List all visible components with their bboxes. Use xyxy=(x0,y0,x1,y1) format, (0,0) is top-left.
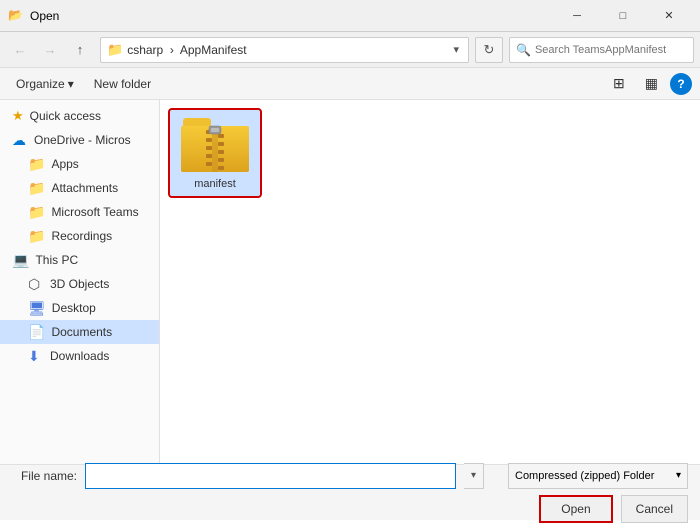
zip-folder-icon xyxy=(181,116,249,174)
close-button[interactable]: ✕ xyxy=(646,0,692,32)
recordings-label: Recordings xyxy=(51,229,112,243)
file-label-manifest: manifest xyxy=(194,178,236,190)
window-title: Open xyxy=(30,9,554,23)
sidebar: ★ Quick access ☁ OneDrive - Micros 📁 App… xyxy=(0,100,160,464)
downloads-folder-icon: ⬇ xyxy=(28,348,44,365)
quick-access-label: Quick access xyxy=(30,109,101,123)
msteams-folder-icon: 📁 xyxy=(28,204,45,221)
title-bar: 📂 Open ─ □ ✕ xyxy=(0,0,700,32)
filetype-select[interactable]: Compressed (zipped) Folder ▾ xyxy=(508,463,688,489)
sidebar-item-onedrive[interactable]: ☁ OneDrive - Micros xyxy=(0,128,159,152)
search-bar[interactable]: 🔍 xyxy=(509,37,694,63)
bottom-row2: Open Cancel xyxy=(12,495,688,523)
preview-pane-button[interactable]: ▦ xyxy=(637,72,666,96)
filetype-dropdown-icon: ▾ xyxy=(676,470,681,481)
3dobjects-label: 3D Objects xyxy=(50,277,109,291)
filename-input[interactable] xyxy=(85,463,456,489)
up-button[interactable]: ↑ xyxy=(66,36,94,64)
navigation-bar: ← → ↑ 📁 csharp › AppManifest ▾ ↻ 🔍 xyxy=(0,32,700,68)
main-area: ★ Quick access ☁ OneDrive - Micros 📁 App… xyxy=(0,100,700,464)
cancel-button[interactable]: Cancel xyxy=(621,495,688,523)
sidebar-item-apps[interactable]: 📁 Apps xyxy=(0,152,159,176)
file-area: manifest xyxy=(160,100,700,464)
filename-dropdown-button[interactable]: ▾ xyxy=(464,463,484,489)
sidebar-item-quick-access[interactable]: ★ Quick access xyxy=(0,104,159,128)
documents-label: Documents xyxy=(51,325,112,339)
star-icon: ★ xyxy=(12,108,24,124)
apps-folder-icon: 📁 xyxy=(28,156,45,173)
sidebar-item-recordings[interactable]: 📁 Recordings xyxy=(0,224,159,248)
minimize-button[interactable]: ─ xyxy=(554,0,600,32)
sidebar-item-documents[interactable]: 📄 Documents xyxy=(0,320,159,344)
onedrive-icon: ☁ xyxy=(12,132,28,149)
manifest-file-item[interactable]: manifest xyxy=(170,110,260,196)
address-bar[interactable]: 📁 csharp › AppManifest ▾ xyxy=(100,37,469,63)
desktop-label: Desktop xyxy=(52,301,96,315)
organize-button[interactable]: Organize ▾ xyxy=(8,72,82,96)
thispc-icon: 💻 xyxy=(12,252,29,269)
bottom-bar: File name: ▾ Compressed (zipped) Folder … xyxy=(0,464,700,520)
msteams-label: Microsoft Teams xyxy=(51,205,138,219)
toolbar: Organize ▾ New folder ⊞ ▦ ? xyxy=(0,68,700,100)
maximize-button[interactable]: □ xyxy=(600,0,646,32)
refresh-button[interactable]: ↻ xyxy=(475,37,503,63)
search-input[interactable] xyxy=(535,44,687,56)
documents-folder-icon: 📄 xyxy=(28,324,45,341)
desktop-folder-icon: 🖥 xyxy=(28,300,46,317)
window-controls: ─ □ ✕ xyxy=(554,0,692,32)
attachments-label: Attachments xyxy=(51,181,118,195)
sidebar-item-3dobjects[interactable]: ⬡ 3D Objects xyxy=(0,272,159,296)
open-button[interactable]: Open xyxy=(539,495,612,523)
sidebar-item-desktop[interactable]: 🖥 Desktop xyxy=(0,296,159,320)
address-dropdown-button[interactable]: ▾ xyxy=(450,43,462,56)
search-icon: 🔍 xyxy=(516,43,531,57)
forward-button[interactable]: → xyxy=(36,36,64,64)
downloads-label: Downloads xyxy=(50,349,109,363)
bottom-bar-inner: File name: ▾ Compressed (zipped) Folder … xyxy=(12,463,688,523)
address-path: csharp › AppManifest xyxy=(127,43,450,57)
sidebar-item-downloads[interactable]: ⬇ Downloads xyxy=(0,344,159,368)
bottom-row1: File name: ▾ Compressed (zipped) Folder … xyxy=(12,463,688,489)
filename-label: File name: xyxy=(12,469,77,483)
onedrive-label: OneDrive - Micros xyxy=(34,133,131,147)
thispc-label: This PC xyxy=(35,253,78,267)
attachments-folder-icon: 📁 xyxy=(28,180,45,197)
filetype-label: Compressed (zipped) Folder xyxy=(515,470,654,482)
address-folder-icon: 📁 xyxy=(107,42,123,58)
apps-label: Apps xyxy=(51,157,78,171)
sidebar-item-attachments[interactable]: 📁 Attachments xyxy=(0,176,159,200)
new-folder-button[interactable]: New folder xyxy=(86,72,159,96)
sidebar-item-thispc[interactable]: 💻 This PC xyxy=(0,248,159,272)
help-button[interactable]: ? xyxy=(670,73,692,95)
view-toggle-button[interactable]: ⊞ xyxy=(605,72,633,96)
recordings-folder-icon: 📁 xyxy=(28,228,45,245)
window-icon: 📂 xyxy=(8,8,24,24)
sidebar-item-msteams[interactable]: 📁 Microsoft Teams xyxy=(0,200,159,224)
3dobjects-icon: ⬡ xyxy=(28,276,44,293)
back-button[interactable]: ← xyxy=(6,36,34,64)
